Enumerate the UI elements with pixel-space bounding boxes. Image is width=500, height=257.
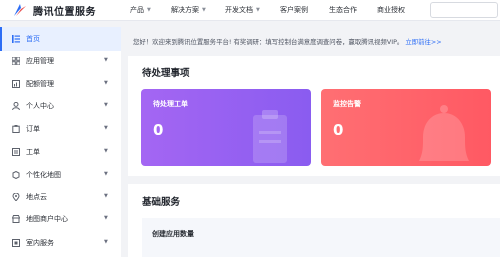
chevron-down-icon: ▼	[202, 7, 206, 13]
search-input[interactable]	[431, 9, 497, 24]
quota-icon	[12, 80, 20, 88]
sidebar-item-user-center[interactable]: 个人中心 ▼	[0, 94, 121, 118]
chevron-down-icon: ▼	[104, 171, 108, 177]
sidebar-item-custom-map[interactable]: 个性化地图 ▼	[0, 163, 121, 187]
sidebar-item-home[interactable]: 首页	[0, 27, 121, 51]
nav-label: 客户案例	[280, 6, 308, 14]
merchant-icon	[12, 215, 20, 223]
sidebar-item-app-management[interactable]: 应用管理 ▼	[0, 49, 121, 73]
sidebar-item-label: 配额管理	[26, 80, 54, 88]
nav-item-cases[interactable]: 客户案例	[280, 5, 308, 15]
order-icon	[12, 125, 20, 133]
nav-label: 生态合作	[329, 6, 357, 14]
sidebar-item-label: 个性化地图	[26, 171, 61, 179]
nav-item-solutions[interactable]: 解决方案 ▼	[171, 5, 206, 15]
announcement-link[interactable]: 立即前往>>	[405, 37, 441, 46]
card-title: 待处理工单	[153, 100, 188, 108]
home-icon	[12, 35, 20, 43]
todo-panel: 待处理事项 待处理工单 0 监控告警 0	[128, 56, 500, 176]
map-style-icon	[12, 171, 20, 179]
sidebar-item-indoor[interactable]: 室内服务 ▼	[0, 231, 121, 255]
nav-label: 开发文档	[225, 6, 253, 14]
nav-label: 解决方案	[171, 6, 199, 14]
sidebar-item-orders[interactable]: 订单 ▼	[0, 117, 121, 141]
nav-item-license[interactable]: 商业授权	[377, 5, 405, 15]
ticket-icon	[12, 148, 20, 156]
nav-label: 产品	[130, 6, 144, 14]
user-icon	[12, 102, 20, 110]
section-title: 基础服务	[142, 197, 181, 208]
search-box	[430, 2, 498, 24]
brand-name[interactable]: 腾讯位置服务	[33, 3, 96, 18]
sidebar-item-tickets[interactable]: 工单 ▼	[0, 140, 121, 164]
sidebar-item-label: 首页	[26, 35, 40, 43]
nav-item-products[interactable]: 产品 ▼	[130, 5, 151, 15]
app-count-card: 创建应用数量	[142, 218, 500, 257]
chevron-down-icon: ▼	[104, 80, 108, 86]
announcement-bar: 您好！欢迎来到腾讯位置服务平台! 有奖调研：填写控制台满意度调查问卷，赢取腾讯视…	[121, 27, 500, 55]
location-cloud-icon	[12, 193, 20, 201]
chevron-down-icon: ▼	[104, 215, 108, 221]
top-nav: 腾讯位置服务 产品 ▼ 解决方案 ▼ 开发文档 ▼ 客户案例 生态合作 商业授权	[0, 0, 500, 24]
sidebar-item-label: 室内服务	[26, 239, 54, 247]
card-value: 0	[153, 121, 164, 139]
chevron-down-icon: ▼	[104, 193, 108, 199]
clipboard-icon	[253, 110, 287, 163]
nav-item-docs[interactable]: 开发文档 ▼	[225, 5, 260, 15]
sidebar-item-location-cloud[interactable]: 地点云 ▼	[0, 185, 121, 209]
card-title: 监控告警	[333, 100, 361, 108]
bell-icon	[419, 105, 469, 161]
chevron-down-icon: ▼	[147, 7, 151, 13]
card-title: 创建应用数量	[152, 230, 194, 238]
chevron-down-icon: ▼	[104, 239, 108, 245]
nav-item-ecosystem[interactable]: 生态合作	[329, 5, 357, 15]
sidebar-item-label: 订单	[26, 125, 40, 133]
section-title: 待处理事项	[142, 68, 190, 79]
sidebar-item-label: 地图商户中心	[26, 215, 68, 223]
app-grid-icon	[12, 57, 20, 65]
pending-tickets-card[interactable]: 待处理工单 0	[141, 89, 311, 166]
sidebar-item-label: 个人中心	[26, 102, 54, 110]
chevron-down-icon: ▼	[104, 57, 108, 63]
sidebar-item-quota[interactable]: 配额管理 ▼	[0, 72, 121, 96]
sidebar-item-label: 地点云	[26, 193, 47, 201]
card-value: 0	[333, 121, 344, 139]
sidebar: 首页 应用管理 ▼ 配额管理 ▼ 个人中心 ▼ 订单 ▼ 工单 ▼ 个性化地图 …	[0, 27, 121, 257]
chevron-down-icon: ▼	[256, 7, 260, 13]
nav-label: 商业授权	[377, 6, 405, 14]
chevron-down-icon: ▼	[104, 125, 108, 131]
sidebar-item-merchant-center[interactable]: 地图商户中心 ▼	[0, 207, 121, 231]
chevron-down-icon: ▼	[104, 148, 108, 154]
chevron-down-icon: ▼	[104, 102, 108, 108]
brand-logo-icon[interactable]	[13, 3, 27, 17]
announcement-text: 您好！欢迎来到腾讯位置服务平台! 有奖调研：填写控制台满意度调查问卷，赢取腾讯视…	[133, 37, 404, 46]
indoor-icon	[12, 239, 20, 247]
sidebar-item-label: 工单	[26, 148, 40, 156]
basic-services-panel: 基础服务 创建应用数量	[128, 184, 500, 257]
sidebar-item-label: 应用管理	[26, 57, 54, 65]
monitor-alerts-card[interactable]: 监控告警 0	[321, 89, 491, 166]
